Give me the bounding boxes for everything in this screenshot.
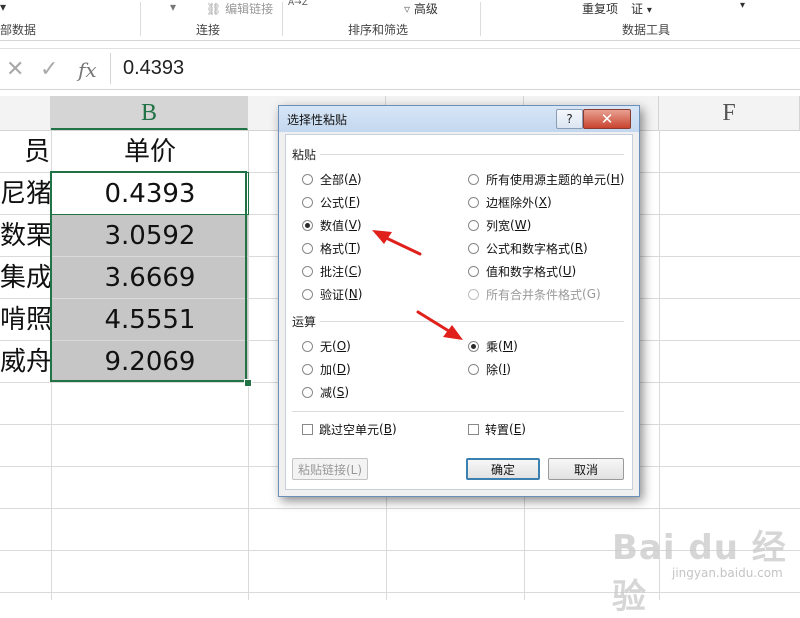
operation-none[interactable]: 无(O) [302,338,351,354]
radio-icon [468,242,479,254]
radio-icon [302,242,313,254]
paste-option-all[interactable]: 全部(A) [302,171,362,187]
radio-icon [468,363,479,375]
data-validation-button[interactable]: 证 ▾ [631,0,652,17]
paste-option-formulas-number-formats[interactable]: 公式和数字格式(R) [468,240,588,256]
cell-a6[interactable]: 威舟 [0,341,50,383]
operation-add[interactable]: 加(D) [302,361,351,377]
dialog-body: 粘贴 全部(A) 公式(F) 数值(V) 格式(T) 批注(C) 验证(N) 所… [285,134,633,490]
paste-option-column-widths[interactable]: 列宽(W) [468,217,531,233]
ribbon-separator [480,2,481,36]
radio-icon [302,288,313,300]
ok-button[interactable]: 确定 [466,458,540,480]
chevron-down-icon: ▾ [646,5,652,16]
dialog-titlebar[interactable]: 选择性粘贴 ? ✕ [279,106,639,132]
section-divider [292,411,624,412]
cell-a4[interactable]: 集成 [0,257,50,299]
operation-subtract[interactable]: 减(S) [302,384,349,400]
ribbon: ▾ 部数据 ▾ ⛓ 编辑链接 连接 A→Z ▿ 高级 排序和筛选 重复项 证 ▾… [0,0,800,41]
skip-blanks-checkbox[interactable]: 跳过空单元(B) [302,421,397,437]
ribbon-group-sort-filter: 排序和筛选 [348,23,409,37]
edit-links-button[interactable]: ⛓ 编辑链接 [206,0,273,17]
section-divider [320,154,624,155]
paste-option-merge-conditional-formats: 所有合并条件格式(G) [468,286,601,302]
column-header-f[interactable]: F [659,96,800,130]
radio-selected-icon [468,340,479,352]
formula-input[interactable]: 0.4393 [110,53,796,84]
radio-icon [302,386,313,398]
radio-icon [302,196,313,208]
data-validation-label: 证 [631,2,644,16]
cell-a3[interactable]: 数栗 [0,215,50,257]
advanced-label: 高级 [413,2,438,16]
paste-option-validation[interactable]: 验证(N) [302,286,362,302]
cancel-icon[interactable]: ✕ [6,57,24,82]
cell-a5[interactable]: 啃照 [0,299,50,341]
paste-link-button: 粘贴链接(L) [292,458,368,480]
watermark-url: jingyan.baidu.com [672,566,783,580]
ribbon-separator [140,2,141,36]
link-icon: ⛓ [206,2,222,16]
radio-icon [468,288,479,300]
fill-handle[interactable] [244,379,252,387]
radio-icon [468,173,479,185]
column-header-a[interactable] [0,96,51,130]
paste-option-values-number-formats[interactable]: 值和数字格式(U) [468,263,576,279]
grid-line [0,508,800,509]
paste-option-comments[interactable]: 批注(C) [302,263,362,279]
remove-duplicates-button[interactable]: 重复项 [582,0,618,17]
transpose-checkbox[interactable]: 转置(E) [468,421,526,437]
operation-section-label: 运算 [292,315,317,329]
paste-option-all-except-borders[interactable]: 边框除外(X) [468,194,552,210]
paste-option-formulas[interactable]: 公式(F) [302,194,360,210]
close-button[interactable]: ✕ [583,109,631,129]
edit-links-label: 编辑链接 [225,2,274,16]
checkbox-icon [302,423,313,435]
ribbon-group-connections: 连接 [196,23,221,37]
selection-range [50,171,247,382]
paste-option-values[interactable]: 数值(V) [302,217,362,233]
cell-a1[interactable]: 员 [0,131,50,173]
radio-icon [302,173,313,185]
cell-a2[interactable]: 尼猪 [0,173,50,215]
ribbon-dropdown-caret[interactable]: ▾ [0,0,6,14]
ribbon-group-data-tools: 数据工具 [622,23,671,37]
dialog-title: 选择性粘贴 [287,113,348,127]
checkbox-icon [468,423,479,435]
ribbon-separator [282,2,283,36]
enter-icon[interactable]: ✓ [40,57,58,82]
ribbon-caret-icon: ▾ [170,0,177,14]
column-header-b[interactable]: B [51,96,248,130]
ribbon-group-get-external-data: 部数据 [0,23,37,37]
help-button[interactable]: ? [556,109,583,129]
operation-multiply[interactable]: 乘(M) [468,338,518,354]
section-divider [320,321,624,322]
paste-option-formats[interactable]: 格式(T) [302,240,361,256]
cell-b1-header[interactable]: 单价 [52,131,248,172]
advanced-filter-icon: ▿ [404,2,411,16]
sort-icon[interactable]: A→Z [288,0,308,8]
paste-special-dialog: 选择性粘贴 ? ✕ 粘贴 全部(A) 公式(F) 数值(V) 格式(T) 批注(… [278,105,640,497]
cancel-button[interactable]: 取消 [548,458,624,480]
radio-icon [468,265,479,277]
radio-selected-icon [302,219,313,231]
insert-function-icon[interactable]: fx [78,58,97,82]
advanced-filter-button[interactable]: ▿ 高级 [404,0,438,17]
baidu-jingyan-watermark: Bai du 经验 jingyan.baidu.com [612,520,792,617]
paste-section-label: 粘贴 [292,148,317,162]
radio-icon [468,219,479,231]
operation-divide[interactable]: 除(I) [468,361,511,377]
radio-icon [302,340,313,352]
paste-option-source-theme[interactable]: 所有使用源主题的单元(H) [468,171,624,187]
radio-icon [468,196,479,208]
formula-bar: ✕ ✓ fx 0.4393 [0,48,800,90]
radio-icon [302,265,313,277]
chevron-down-icon[interactable]: ▾ [740,0,745,11]
radio-icon [302,363,313,375]
